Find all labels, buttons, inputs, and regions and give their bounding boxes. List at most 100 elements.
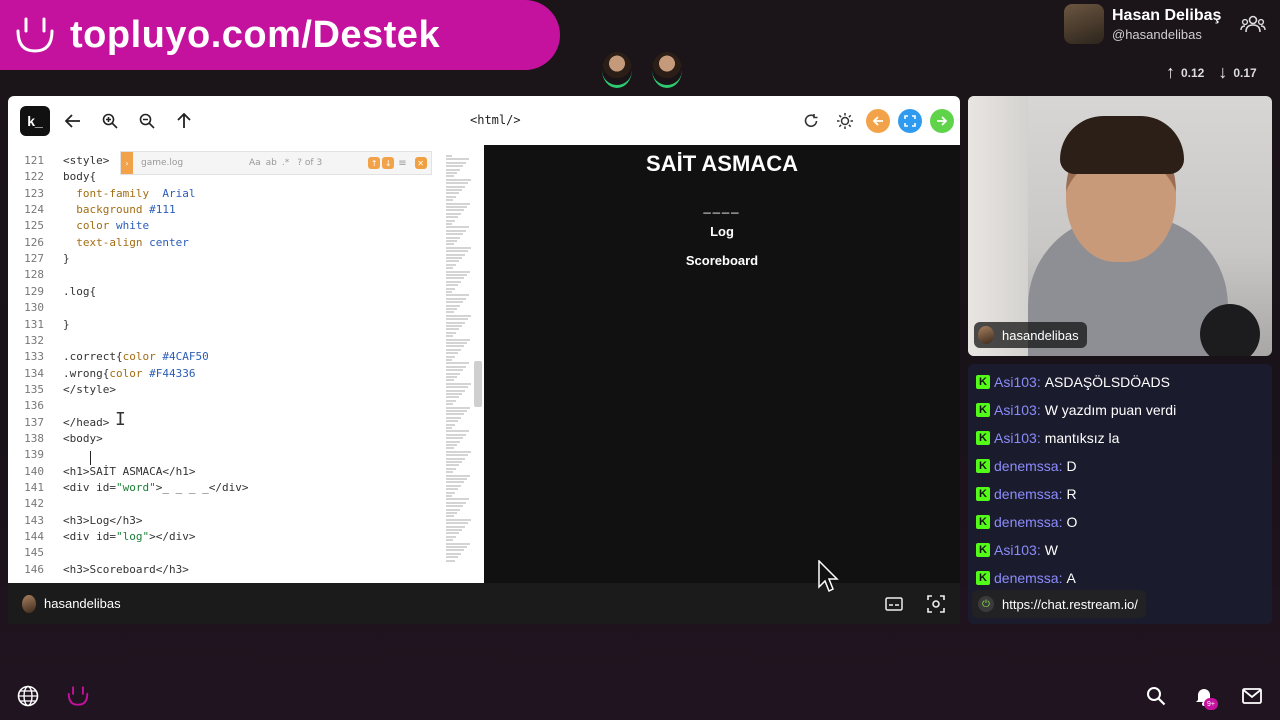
- find-next-button[interactable]: ↓: [382, 157, 395, 169]
- code-text: background:#111;: [76, 203, 183, 217]
- code-line[interactable]: 128: [8, 267, 63, 283]
- line-number: 143: [24, 513, 44, 527]
- code-line[interactable]: 124 background:#111;: [8, 202, 182, 218]
- focus-icon[interactable]: [926, 594, 946, 613]
- find-previous-button[interactable]: ↑: [368, 157, 381, 169]
- code-line[interactable]: 121 <style>: [8, 153, 109, 169]
- code-text: .log{: [63, 284, 97, 298]
- kick-icon: K: [976, 515, 990, 529]
- chat-text: W yazdım puan verdi: [1044, 402, 1177, 418]
- code-line[interactable]: 125 color:white;: [8, 218, 156, 234]
- code-text: <style>: [63, 154, 110, 167]
- code-line[interactable]: 126 text-align:center;: [8, 235, 195, 251]
- find-expand-toggle[interactable]: ›: [121, 152, 133, 174]
- code-line[interactable]: 123 font-family: Arial;: [8, 186, 202, 202]
- code-line[interactable]: 129 .log{: [8, 284, 96, 300]
- chat-text: W: [1044, 542, 1058, 558]
- chat-username[interactable]: denemssa: [994, 514, 1059, 530]
- match-case-toggle[interactable]: Aa: [249, 158, 261, 168]
- webcam-feed: hasandelibas: [968, 96, 1272, 356]
- code-line[interactable]: 127}: [8, 251, 70, 267]
- zoom-out-icon[interactable]: [132, 106, 162, 136]
- line-number: 130: [24, 301, 44, 315]
- user-profile[interactable]: Hasan Delibaş @hasandelibas: [1064, 4, 1221, 44]
- users-icon[interactable]: [1240, 14, 1266, 34]
- code-line[interactable]: 145: [8, 545, 63, 561]
- code-line[interactable]: 134 .wrong{color:#F44336}: [8, 366, 202, 382]
- fullscreen-button[interactable]: [898, 108, 922, 133]
- line-number: 123: [24, 186, 44, 200]
- caption-icon[interactable]: [884, 595, 904, 613]
- banner-text: topluyo.com/Destek: [70, 13, 441, 56]
- html-preview: SAİT ASMACA ____ Log Scoreboard: [484, 145, 960, 583]
- code-editor[interactable]: 121 <style> 122 body{123 font-family: Arial…: [8, 145, 484, 583]
- topluyo-logo-icon[interactable]: [66, 684, 90, 708]
- code-minimap[interactable]: [446, 155, 476, 575]
- download-value: 0.17: [1233, 65, 1257, 80]
- chat-username[interactable]: Asi103: [994, 430, 1037, 446]
- mouse-pointer-icon: [818, 559, 840, 594]
- code-text: .correct{color:#4CAF50}: [63, 350, 216, 364]
- preview-title: SAİT ASMACA: [646, 151, 798, 176]
- line-number: 133: [24, 350, 44, 364]
- theme-toggle-icon[interactable]: [832, 108, 858, 134]
- code-line[interactable]: 130: [8, 300, 63, 316]
- arrow-up-icon: ↑: [1166, 62, 1175, 82]
- chat-source-badge[interactable]: ⏻ https://chat.restream.io/: [972, 590, 1146, 618]
- code-line[interactable]: 135 </style>: [8, 382, 116, 398]
- code-line[interactable]: 133 .correct{color:#4CAF50}: [8, 349, 215, 365]
- chat-message: K Asi103: mantıksız la: [976, 428, 1119, 448]
- globe-icon[interactable]: [16, 684, 40, 708]
- code-line[interactable]: 138 <body>: [8, 431, 103, 447]
- chat-username[interactable]: Asi103: [994, 542, 1037, 558]
- chat-panel: K Asi103: ASDAŞÖLSDÖADS K Asi103: W yazdım pu…: [968, 364, 1272, 624]
- arrow-up-icon[interactable]: [169, 106, 199, 136]
- whole-word-toggle[interactable]: ab: [266, 158, 277, 168]
- app-logo-icon[interactable]: k_: [20, 105, 50, 136]
- regex-toggle[interactable]: .*: [282, 158, 289, 168]
- find-menu-icon[interactable]: ≡: [398, 158, 406, 169]
- editor-toolbar: k_ <html/>: [8, 96, 960, 145]
- code-line[interactable]: 143 <h3>Log</h3>: [8, 513, 142, 529]
- code-line[interactable]: 132: [8, 333, 63, 349]
- find-bar[interactable]: › game.log Aa ab .* ? of 3 ↑ ↓ ≡ ✕: [120, 151, 432, 175]
- code-line[interactable]: 139: [8, 447, 63, 463]
- bell-icon[interactable]: 9+: [1192, 684, 1218, 710]
- code-line[interactable]: 142: [8, 496, 63, 512]
- find-input[interactable]: game.log: [133, 158, 249, 168]
- close-icon[interactable]: ✕: [414, 157, 427, 169]
- code-line[interactable]: 136: [8, 398, 63, 414]
- chat-username[interactable]: denemssa: [994, 458, 1059, 474]
- bottom-left-bar: [16, 684, 90, 708]
- chat-username[interactable]: denemssa: [994, 486, 1059, 502]
- chat-message: K Asi103: W yazdım puan verdi: [976, 400, 1176, 420]
- editor-scrollbar[interactable]: [474, 361, 482, 407]
- refresh-icon[interactable]: [798, 108, 824, 134]
- ibeam-cursor-icon: I: [115, 409, 126, 430]
- chat-username[interactable]: Asi103: [994, 374, 1037, 390]
- code-line[interactable]: 144 <div id="log"></div>: [8, 529, 195, 545]
- chat-source-url: https://chat.restream.io/: [1002, 596, 1138, 612]
- next-button[interactable]: [930, 108, 954, 133]
- code-line[interactable]: 146 <h3>Scoreboard</h3>: [8, 562, 189, 578]
- code-text: text-align:center;: [76, 235, 196, 249]
- chat-username[interactable]: Asi103: [994, 402, 1037, 418]
- code-line[interactable]: 140 <h1>SAİT ASMACA</h1>: [8, 464, 195, 480]
- line-number: 144: [24, 530, 44, 544]
- arrow-down-icon: ↓: [1218, 62, 1228, 82]
- code-line[interactable]: 122 body{: [8, 169, 96, 185]
- line-number: 134: [24, 366, 44, 380]
- code-line[interactable]: 141 <div id="word">_ _ _ _</div>: [8, 480, 248, 496]
- zoom-in-icon[interactable]: [95, 106, 125, 136]
- code-line[interactable]: 131}: [8, 317, 70, 333]
- search-icon[interactable]: [1144, 684, 1168, 708]
- code-line[interactable]: 137 </head>: [8, 415, 109, 431]
- chat-username[interactable]: denemssa: [994, 570, 1059, 586]
- previous-button[interactable]: [866, 108, 890, 133]
- mail-icon[interactable]: [1240, 684, 1264, 708]
- viewer-avatars: [602, 52, 682, 88]
- line-number: 137: [24, 415, 44, 429]
- kick-icon: K: [976, 459, 990, 473]
- back-arrow-icon[interactable]: [58, 106, 88, 136]
- avatar: [978, 326, 994, 344]
